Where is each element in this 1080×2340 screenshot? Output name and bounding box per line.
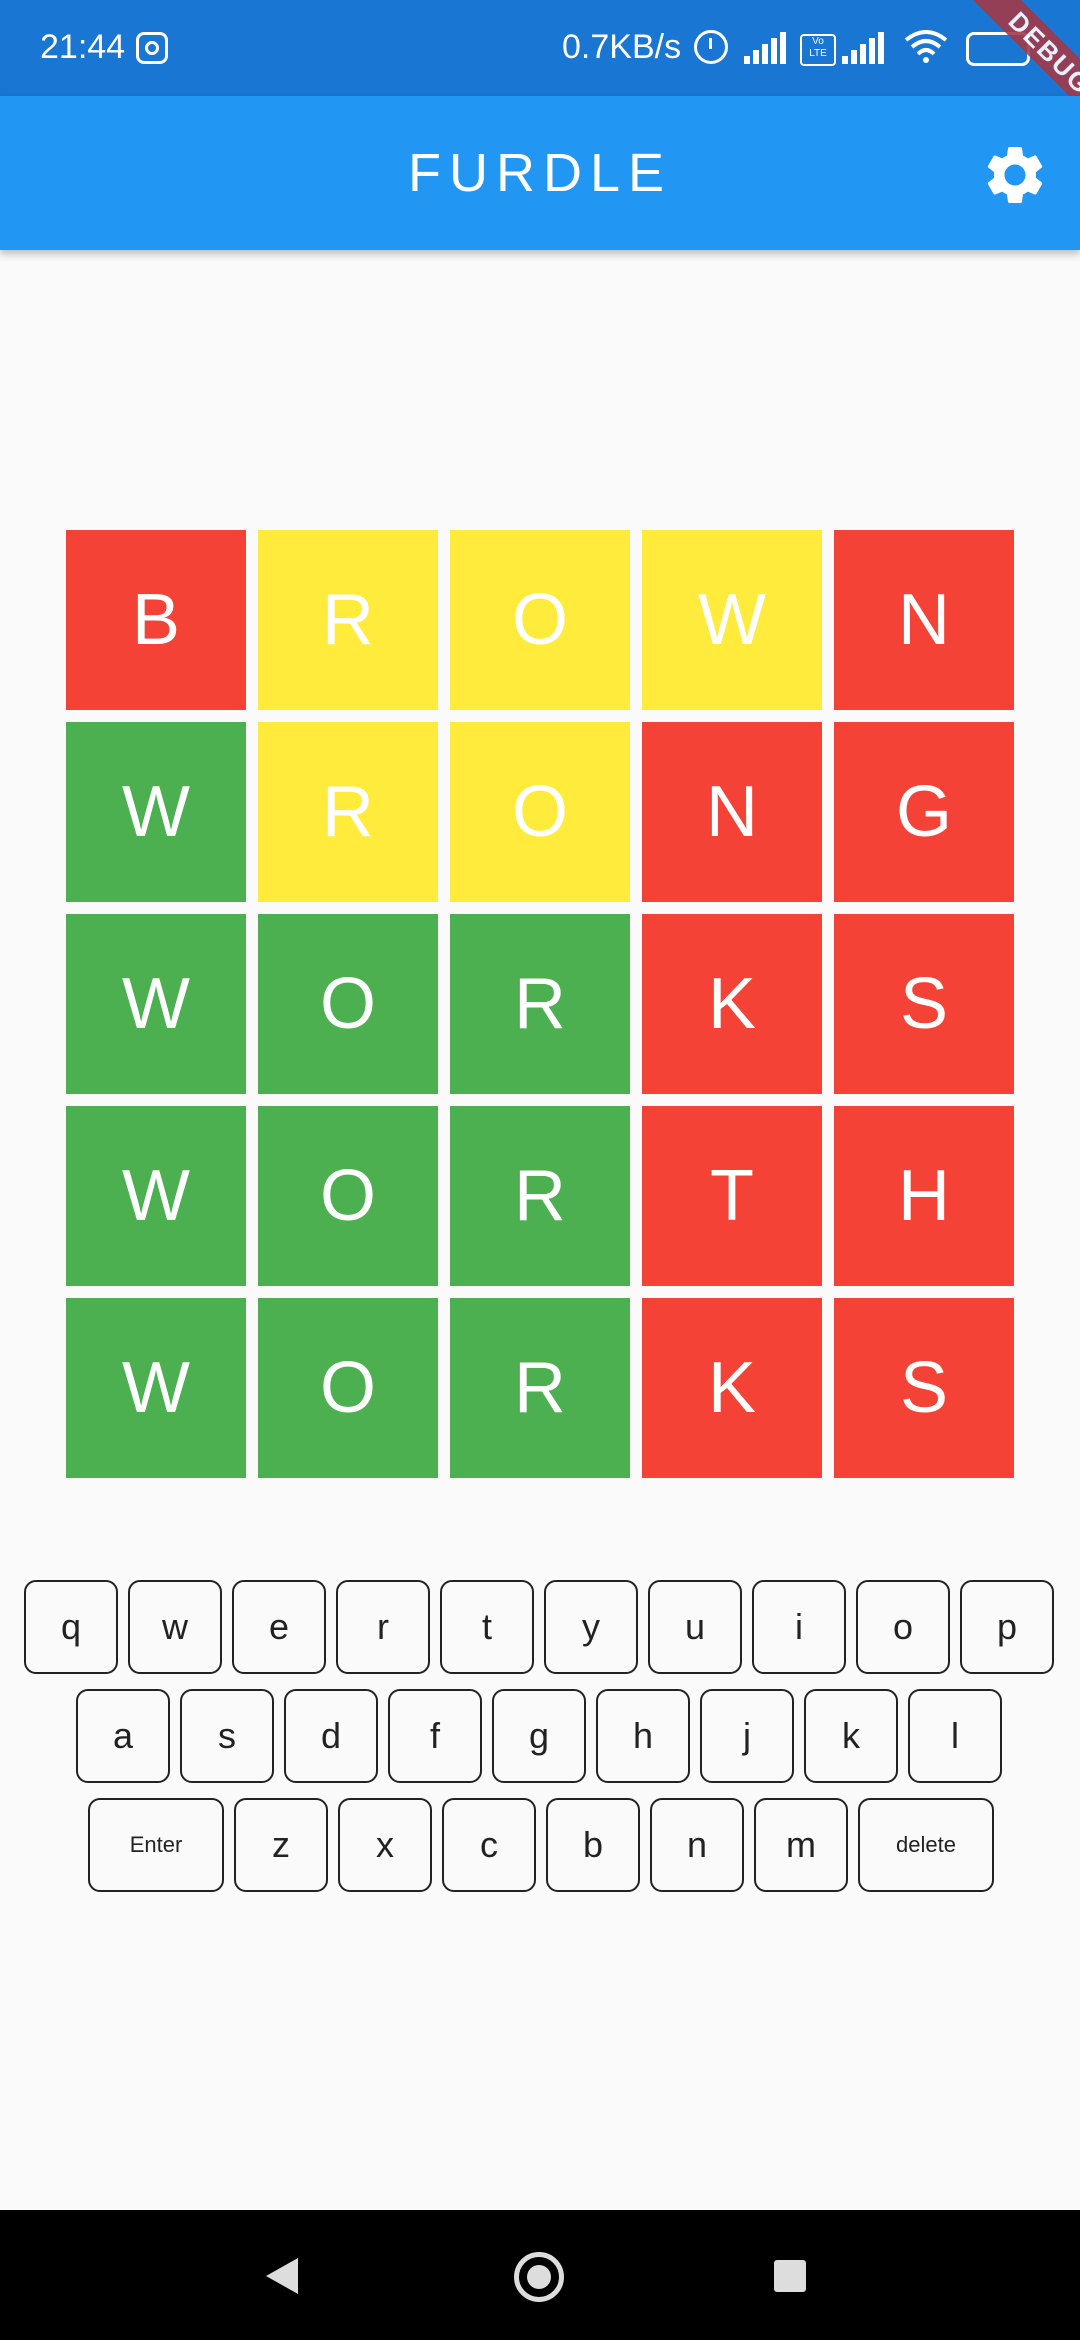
recents-icon[interactable] — [774, 2260, 806, 2292]
letter-tile: O — [258, 914, 438, 1094]
letter-tile: W — [66, 914, 246, 1094]
letter-tile: W — [642, 530, 822, 710]
status-time: 21:44 — [40, 28, 126, 66]
letter-tile: O — [258, 1106, 438, 1286]
system-nav-bar — [0, 2210, 1080, 2340]
key-k[interactable]: k — [804, 1689, 898, 1783]
key-l[interactable]: l — [908, 1689, 1002, 1783]
delete-key[interactable]: delete — [858, 1798, 994, 1892]
keyboard-row-1: qwertyuiop — [24, 1580, 1064, 1674]
key-x[interactable]: x — [338, 1798, 432, 1892]
status-bar: 21:44 0.7KB/s Vo LTE DEBUG — [0, 0, 1080, 136]
app-title: FURDLE — [407, 143, 673, 203]
key-f[interactable]: f — [388, 1689, 482, 1783]
key-r[interactable]: r — [336, 1580, 430, 1674]
letter-tile: B — [66, 530, 246, 710]
guess-grid: BROWNWRONGWORKSWORTHWORKS — [66, 530, 1026, 1490]
letter-tile: R — [258, 530, 438, 710]
key-e[interactable]: e — [232, 1580, 326, 1674]
letter-tile: G — [834, 722, 1014, 902]
key-u[interactable]: u — [648, 1580, 742, 1674]
key-m[interactable]: m — [754, 1798, 848, 1892]
key-z[interactable]: z — [234, 1798, 328, 1892]
letter-tile: O — [258, 1298, 438, 1478]
key-y[interactable]: y — [544, 1580, 638, 1674]
letter-tile: T — [642, 1106, 822, 1286]
letter-tile: R — [258, 722, 438, 902]
key-j[interactable]: j — [700, 1689, 794, 1783]
letter-tile: N — [642, 722, 822, 902]
signal-icon-2 — [842, 28, 890, 64]
grid-row: BROWN — [66, 530, 1026, 710]
key-i[interactable]: i — [752, 1580, 846, 1674]
letter-tile: N — [834, 530, 1014, 710]
letter-tile: K — [642, 914, 822, 1094]
letter-tile: W — [66, 1106, 246, 1286]
key-d[interactable]: d — [284, 1689, 378, 1783]
letter-tile: R — [450, 1106, 630, 1286]
signal-icon — [744, 28, 792, 64]
key-p[interactable]: p — [960, 1580, 1054, 1674]
grid-row: WORKS — [66, 1298, 1026, 1478]
key-w[interactable]: w — [128, 1580, 222, 1674]
gear-icon[interactable] — [980, 140, 1050, 210]
key-q[interactable]: q — [24, 1580, 118, 1674]
key-c[interactable]: c — [442, 1798, 536, 1892]
key-o[interactable]: o — [856, 1580, 950, 1674]
letter-tile: W — [66, 722, 246, 902]
key-b[interactable]: b — [546, 1798, 640, 1892]
enter-key[interactable]: Enter — [88, 1798, 224, 1892]
keyboard-row-3: Enter z x c b n m delete — [88, 1798, 1004, 1892]
home-icon[interactable] — [514, 2252, 564, 2302]
key-s[interactable]: s — [180, 1689, 274, 1783]
letter-tile: K — [642, 1298, 822, 1478]
letter-tile: S — [834, 1298, 1014, 1478]
volte-icon: Vo LTE — [800, 34, 836, 66]
grid-row: WORTH — [66, 1106, 1026, 1286]
back-icon[interactable] — [266, 2258, 298, 2294]
app-bar: FURDLE — [0, 96, 1080, 250]
key-n[interactable]: n — [650, 1798, 744, 1892]
grid-row: WORKS — [66, 914, 1026, 1094]
key-a[interactable]: a — [76, 1689, 170, 1783]
letter-tile: W — [66, 1298, 246, 1478]
letter-tile: R — [450, 914, 630, 1094]
key-h[interactable]: h — [596, 1689, 690, 1783]
keyboard-row-2: asdfghjkl — [76, 1689, 1012, 1783]
wifi-icon — [904, 30, 948, 63]
network-speed: 0.7KB/s — [562, 28, 682, 66]
letter-tile: O — [450, 530, 630, 710]
letter-tile: O — [450, 722, 630, 902]
letter-tile: H — [834, 1106, 1014, 1286]
key-g[interactable]: g — [492, 1689, 586, 1783]
grid-row: WRONG — [66, 722, 1026, 902]
alarm-icon — [694, 30, 728, 64]
letter-tile: S — [834, 914, 1014, 1094]
key-t[interactable]: t — [440, 1580, 534, 1674]
instagram-icon — [136, 32, 168, 64]
letter-tile: R — [450, 1298, 630, 1478]
